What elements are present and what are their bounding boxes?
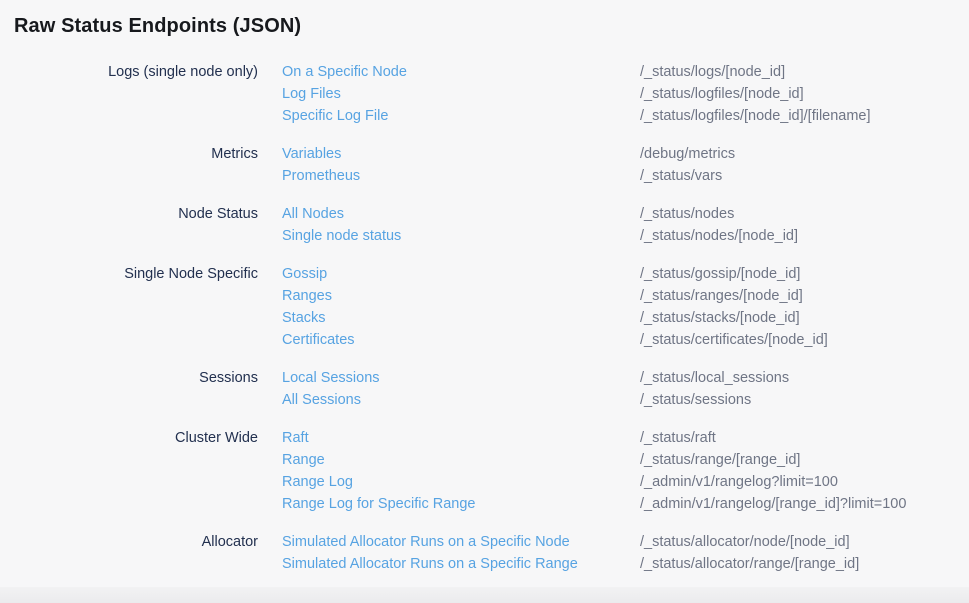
endpoint-path: /_status/allocator/range/[range_id]	[640, 553, 859, 575]
endpoint-path: /_admin/v1/rangelog/[range_id]?limit=100	[640, 493, 906, 515]
endpoint-path: /_status/ranges/[node_id]	[640, 285, 803, 307]
endpoint-link[interactable]: Range	[282, 449, 640, 471]
group-label: Logs (single node only)	[14, 61, 258, 83]
endpoint-row: Certificates /_status/certificates/[node…	[282, 329, 828, 351]
endpoint-link[interactable]: On a Specific Node	[282, 61, 640, 83]
endpoint-group: Allocator Simulated Allocator Runs on a …	[0, 531, 969, 575]
endpoint-row: Gossip /_status/gossip/[node_id]	[282, 263, 828, 285]
endpoint-link[interactable]: All Sessions	[282, 389, 640, 411]
endpoint-path: /_status/logfiles/[node_id]/[filename]	[640, 105, 871, 127]
endpoint-row: Stacks /_status/stacks/[node_id]	[282, 307, 828, 329]
endpoint-path: /_status/allocator/node/[node_id]	[640, 531, 850, 553]
endpoint-row: Range Log /_admin/v1/rangelog?limit=100	[282, 471, 906, 493]
endpoint-group: Single Node Specific Gossip /_status/gos…	[0, 263, 969, 351]
endpoint-row: Simulated Allocator Runs on a Specific N…	[282, 531, 859, 553]
group-label: Metrics	[14, 143, 258, 165]
bottom-edge-strip	[0, 587, 969, 603]
endpoint-path: /debug/metrics	[640, 143, 735, 165]
endpoint-link[interactable]: Variables	[282, 143, 640, 165]
endpoint-link[interactable]: Single node status	[282, 225, 640, 247]
group-entries: On a Specific Node /_status/logs/[node_i…	[282, 61, 871, 127]
endpoints-page: Raw Status Endpoints (JSON) Logs (single…	[0, 0, 969, 575]
endpoint-path: /_status/vars	[640, 165, 722, 187]
group-entries: Variables /debug/metrics Prometheus /_st…	[282, 143, 735, 187]
endpoint-path: /_status/gossip/[node_id]	[640, 263, 800, 285]
endpoint-path: /_status/sessions	[640, 389, 751, 411]
group-entries: All Nodes /_status/nodes Single node sta…	[282, 203, 798, 247]
endpoint-link[interactable]: Simulated Allocator Runs on a Specific R…	[282, 553, 640, 575]
endpoint-link[interactable]: Log Files	[282, 83, 640, 105]
endpoint-link[interactable]: Range Log for Specific Range	[282, 493, 640, 515]
endpoint-path: /_status/nodes/[node_id]	[640, 225, 798, 247]
endpoint-link[interactable]: Simulated Allocator Runs on a Specific N…	[282, 531, 640, 553]
endpoint-row: On a Specific Node /_status/logs/[node_i…	[282, 61, 871, 83]
endpoint-link[interactable]: Range Log	[282, 471, 640, 493]
endpoint-group: Metrics Variables /debug/metrics Prometh…	[0, 143, 969, 187]
endpoint-link[interactable]: Stacks	[282, 307, 640, 329]
endpoint-group: Logs (single node only) On a Specific No…	[0, 61, 969, 127]
group-entries: Raft /_status/raft Range /_status/range/…	[282, 427, 906, 515]
group-entries: Gossip /_status/gossip/[node_id] Ranges …	[282, 263, 828, 351]
endpoint-path: /_status/logs/[node_id]	[640, 61, 785, 83]
endpoint-row: Prometheus /_status/vars	[282, 165, 735, 187]
endpoint-path: /_status/logfiles/[node_id]	[640, 83, 804, 105]
endpoint-path: /_status/certificates/[node_id]	[640, 329, 828, 351]
group-label: Node Status	[14, 203, 258, 225]
endpoint-row: Ranges /_status/ranges/[node_id]	[282, 285, 828, 307]
endpoint-row: Local Sessions /_status/local_sessions	[282, 367, 789, 389]
endpoint-link[interactable]: Gossip	[282, 263, 640, 285]
endpoint-row: Range Log for Specific Range /_admin/v1/…	[282, 493, 906, 515]
endpoint-groups: Logs (single node only) On a Specific No…	[0, 61, 969, 575]
endpoint-row: Single node status /_status/nodes/[node_…	[282, 225, 798, 247]
endpoint-row: Specific Log File /_status/logfiles/[nod…	[282, 105, 871, 127]
endpoint-path: /_status/stacks/[node_id]	[640, 307, 800, 329]
group-label: Allocator	[14, 531, 258, 553]
endpoint-row: Simulated Allocator Runs on a Specific R…	[282, 553, 859, 575]
endpoint-link[interactable]: Local Sessions	[282, 367, 640, 389]
group-label: Cluster Wide	[14, 427, 258, 449]
endpoint-group: Sessions Local Sessions /_status/local_s…	[0, 367, 969, 411]
endpoint-row: All Sessions /_status/sessions	[282, 389, 789, 411]
endpoint-row: Raft /_status/raft	[282, 427, 906, 449]
endpoint-path: /_status/range/[range_id]	[640, 449, 800, 471]
endpoint-link[interactable]: Certificates	[282, 329, 640, 351]
group-entries: Simulated Allocator Runs on a Specific N…	[282, 531, 859, 575]
endpoint-link[interactable]: Specific Log File	[282, 105, 640, 127]
endpoint-row: Range /_status/range/[range_id]	[282, 449, 906, 471]
endpoint-link[interactable]: Prometheus	[282, 165, 640, 187]
endpoint-link[interactable]: Ranges	[282, 285, 640, 307]
endpoint-path: /_admin/v1/rangelog?limit=100	[640, 471, 838, 493]
endpoint-path: /_status/raft	[640, 427, 716, 449]
endpoint-row: All Nodes /_status/nodes	[282, 203, 798, 225]
endpoint-link[interactable]: All Nodes	[282, 203, 640, 225]
endpoint-link[interactable]: Raft	[282, 427, 640, 449]
page-title: Raw Status Endpoints (JSON)	[0, 0, 969, 38]
group-entries: Local Sessions /_status/local_sessions A…	[282, 367, 789, 411]
endpoint-path: /_status/nodes	[640, 203, 734, 225]
endpoint-path: /_status/local_sessions	[640, 367, 789, 389]
endpoint-row: Log Files /_status/logfiles/[node_id]	[282, 83, 871, 105]
group-label: Single Node Specific	[14, 263, 258, 285]
endpoint-group: Cluster Wide Raft /_status/raft Range /_…	[0, 427, 969, 515]
endpoint-group: Node Status All Nodes /_status/nodes Sin…	[0, 203, 969, 247]
group-label: Sessions	[14, 367, 258, 389]
endpoint-row: Variables /debug/metrics	[282, 143, 735, 165]
